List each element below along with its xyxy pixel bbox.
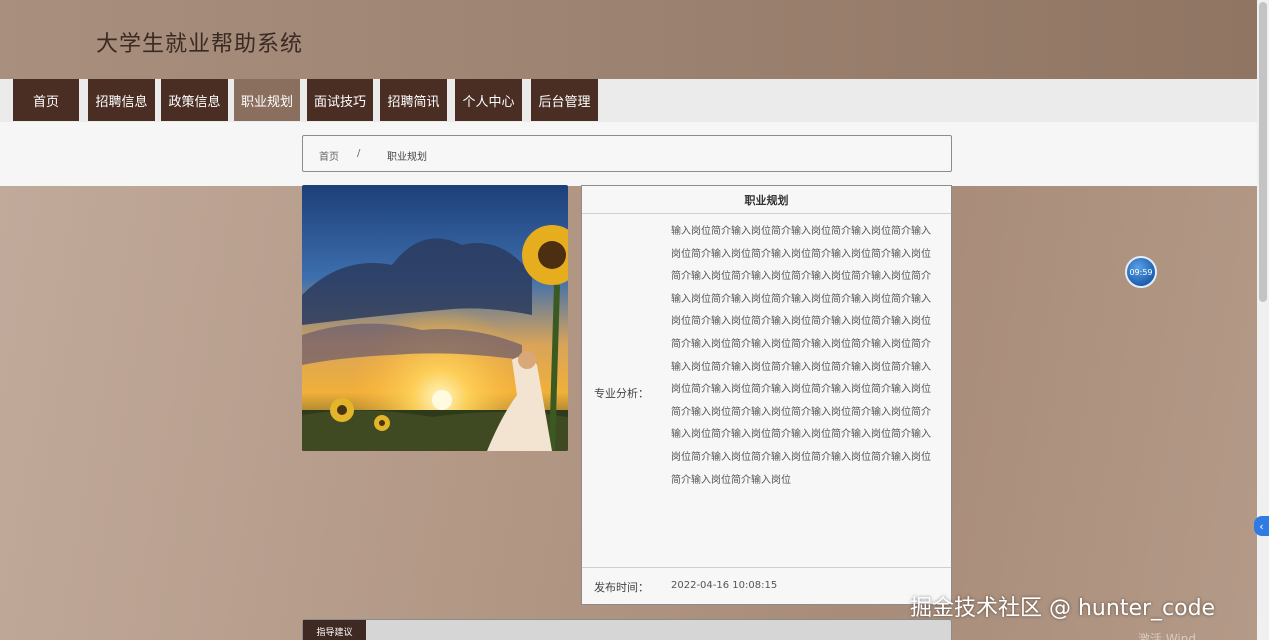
career-detail-card: 职业规划 专业分析： 输入岗位简介输入岗位简介输入岗位简介输入岗位简介输入岗位简… xyxy=(581,185,952,605)
windows-activation-notice: 激活 Wind xyxy=(1138,632,1196,640)
guidance-panel: 指导建议 xyxy=(302,619,952,640)
site-header: 大学生就业帮助系统 xyxy=(0,0,1257,79)
nav-item-home[interactable]: 首页 xyxy=(13,79,79,121)
page-scrollbar[interactable] xyxy=(1257,0,1269,640)
career-cover-image xyxy=(302,185,568,451)
floating-clock-widget[interactable]: 09:59 xyxy=(1125,256,1157,288)
watermark: 掘金技术社区 @ hunter_code xyxy=(910,596,1216,621)
analysis-label: 专业分析： xyxy=(594,387,649,400)
publish-time-value: 2022-04-16 10:08:15 xyxy=(671,580,778,591)
breadcrumb-home-link[interactable]: 首页 xyxy=(319,148,339,163)
nav-item-personal-center[interactable]: 个人中心 xyxy=(455,79,522,121)
nav-item-career-planning[interactable]: 职业规划 xyxy=(234,79,300,121)
nav-item-recruitment-news[interactable]: 招聘简讯 xyxy=(380,79,447,121)
chevron-left-icon: ‹ xyxy=(1259,519,1264,533)
nav-item-interview-tips[interactable]: 面试技巧 xyxy=(307,79,373,121)
nav-item-policy[interactable]: 政策信息 xyxy=(161,79,228,121)
tab-guidance[interactable]: 指导建议 xyxy=(303,620,366,640)
nav-item-admin[interactable]: 后台管理 xyxy=(531,79,598,121)
breadcrumb-current: 职业规划 xyxy=(387,152,427,163)
analysis-text: 输入岗位简介输入岗位简介输入岗位简介输入岗位简介输入岗位简介输入岗位简介输入岗位… xyxy=(671,226,931,486)
publish-time-label: 发布时间： xyxy=(594,581,649,594)
breadcrumb: 首页 / 职业规划 xyxy=(302,135,952,172)
nav-item-recruitment[interactable]: 招聘信息 xyxy=(88,79,155,121)
breadcrumb-separator: / xyxy=(357,148,361,159)
site-title: 大学生就业帮助系统 xyxy=(96,32,304,57)
sunflower-sunset-illustration xyxy=(302,185,568,451)
main-nav: 首页 招聘信息 政策信息 职业规划 面试技巧 招聘简讯 个人中心 后台管理 xyxy=(0,79,1257,122)
scrollbar-thumb[interactable] xyxy=(1259,2,1267,302)
side-panel-toggle[interactable]: ‹ xyxy=(1254,516,1269,536)
detail-title: 职业规划 xyxy=(582,186,951,214)
detail-divider xyxy=(582,567,951,568)
